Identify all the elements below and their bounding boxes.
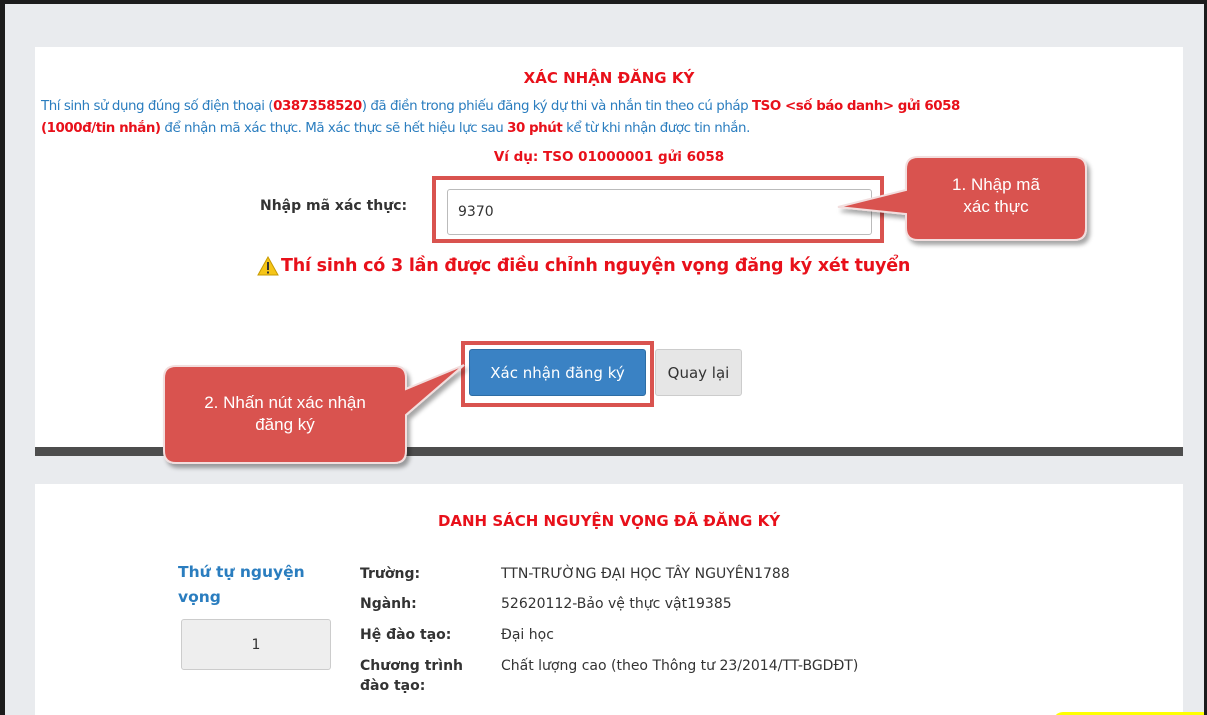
instruction-text: ) đã điền trong phiếu đăng ký dự thi và … <box>361 99 752 114</box>
instruction-text: Thí sinh sử dụng đúng số điện thoại ( <box>41 99 274 114</box>
field-level-value: Đại học <box>501 627 554 643</box>
callout-step1-line1: 1. Nhập mã <box>952 175 1040 194</box>
field-school-value: TTN-TRƯỜNG ĐẠI HỌC TÂY NGUYÊN1788 <box>501 566 790 582</box>
sms-syntax: TSO <số báo danh> gửi 6058 <box>751 99 960 114</box>
panel-divider <box>35 447 1183 456</box>
callout-step2-line2: đăng ký <box>255 415 315 434</box>
warning-text: Thí sinh có 3 lần được điều chỉnh nguyện… <box>281 256 911 276</box>
phone-number: 0387358520 <box>273 99 362 114</box>
field-program-value: Chất lượng cao (theo Thông tư 23/2014/TT… <box>501 658 859 674</box>
confirm-instructions: Thí sinh sử dụng đúng số điện thoại (038… <box>41 96 1181 140</box>
adjustment-warning: Thí sinh có 3 lần được điều chỉnh nguyện… <box>257 256 910 276</box>
callout-step1-text: 1. Nhập mã xác thực <box>914 174 1078 218</box>
instruction-text: để nhận mã xác thực. Mã xác thực sẽ hết … <box>160 121 508 136</box>
confirm-panel: XÁC NHẬN ĐĂNG KÝ Thí sinh sử dụng đúng s… <box>35 47 1183 447</box>
sms-example: Ví dụ: TSO 01000001 gửi 6058 <box>493 149 725 165</box>
confirm-title: XÁC NHẬN ĐĂNG KÝ <box>523 69 695 87</box>
warning-triangle-icon <box>257 256 279 276</box>
instruction-text: kể từ khi nhận được tin nhắn. <box>562 121 750 136</box>
expiry-time: 30 phút <box>507 121 563 136</box>
callout-step1-line2: xác thực <box>963 197 1029 216</box>
field-program-label: Chương trình đào tạo: <box>360 658 464 694</box>
browser-viewport: XÁC NHẬN ĐĂNG KÝ Thí sinh sử dụng đúng s… <box>0 0 1207 715</box>
confirm-register-button[interactable]: Xác nhận đăng ký <box>469 349 646 396</box>
wish-list-title: DANH SÁCH NGUYỆN VỌNG ĐÃ ĐĂNG KÝ <box>437 512 781 530</box>
callout-step2-line1: 2. Nhấn nút xác nhận <box>204 393 366 412</box>
otp-input[interactable] <box>447 189 872 235</box>
otp-label: Nhập mã xác thực: <box>260 198 408 214</box>
field-level-label: Hệ đào tạo: <box>360 627 452 643</box>
wish-order-label: Thứ tự nguyện vọng <box>178 563 305 606</box>
sms-fee: (1000đ/tin nhắn) <box>41 121 161 136</box>
callout-step2-text: 2. Nhấn nút xác nhận đăng ký <box>170 392 400 436</box>
wish-order-value: 1 <box>181 619 331 670</box>
field-major-label: Ngành: <box>360 596 417 612</box>
wish-list-panel: DANH SÁCH NGUYỆN VỌNG ĐÃ ĐĂNG KÝ Thứ tự … <box>35 484 1183 715</box>
field-school-label: Trường: <box>360 566 421 582</box>
field-major-value: 52620112-Bảo vệ thực vật19385 <box>501 596 732 612</box>
back-button[interactable]: Quay lại <box>655 349 742 396</box>
